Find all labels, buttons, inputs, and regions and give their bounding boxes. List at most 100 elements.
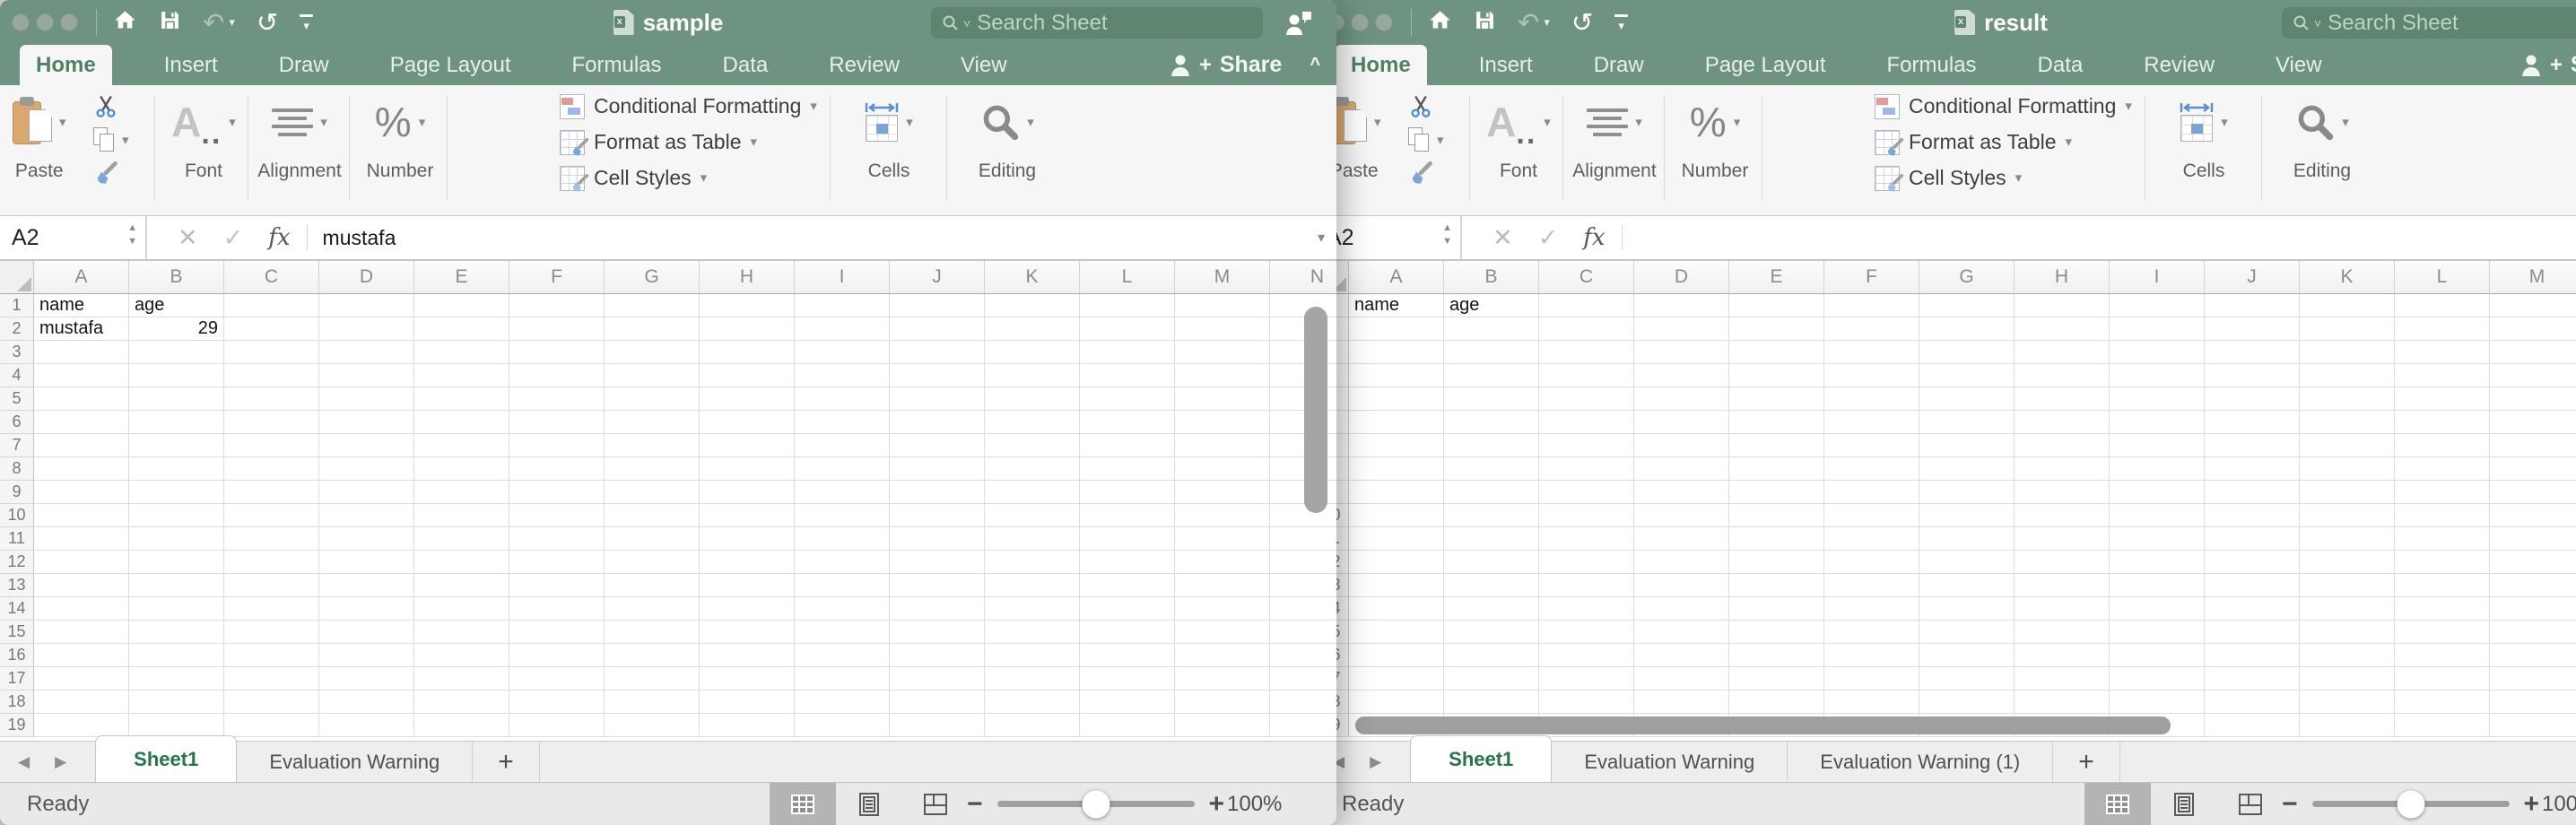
cell-L12[interactable] [1080,551,1175,574]
cell-E1[interactable] [1729,294,1824,317]
tab-review[interactable]: Review [2135,45,2224,85]
copy-dropdown-icon[interactable]: ▾ [122,134,129,147]
cell-B4[interactable] [129,364,224,387]
cell-L5[interactable] [1080,387,1175,411]
cell-M9[interactable] [1175,481,1270,504]
cell-A4[interactable] [1349,364,1444,387]
cell-H5[interactable] [700,387,795,411]
cell-M8[interactable] [1175,457,1270,481]
cell-D6[interactable] [319,411,414,434]
editing-menu-button[interactable]: ▾ Editing [965,92,1049,182]
cell-A14[interactable] [34,597,129,621]
cell-J13[interactable] [2205,574,2300,597]
cell-B14[interactable] [129,597,224,621]
cell-J4[interactable] [890,364,985,387]
cell-F15[interactable] [509,621,605,644]
cell-C18[interactable] [1539,690,1634,714]
cell-I11[interactable] [795,527,890,551]
cell-H14[interactable] [2015,597,2110,621]
cell-G15[interactable] [605,621,700,644]
cell-L5[interactable] [2395,387,2490,411]
cell-H15[interactable] [700,621,795,644]
cell-H12[interactable] [700,551,795,574]
cell-I14[interactable] [795,597,890,621]
cell-styles-button[interactable]: Cell Styles ▾ [1875,163,2132,193]
cell-D10[interactable] [1634,504,1729,527]
cell-J3[interactable] [890,341,985,364]
cell-D10[interactable] [319,504,414,527]
search-input[interactable]: ˅ Search Sheet [931,7,1263,39]
cell-H2[interactable] [700,317,795,341]
cell-K18[interactable] [2300,690,2395,714]
cell-L12[interactable] [2395,551,2490,574]
expand-formula-bar-icon[interactable]: ▾ [1318,229,1325,247]
collaborate-icon[interactable] [1284,10,1313,41]
cell-I6[interactable] [795,411,890,434]
number-menu-button[interactable]: % ▾ Number [359,92,441,182]
column-header-G[interactable]: G [605,261,700,294]
cell-C17[interactable] [1539,667,1634,690]
cell-M6[interactable] [2490,411,2576,434]
copy-dropdown-icon[interactable]: ▾ [1437,134,1444,147]
tab-page-layout[interactable]: Page Layout [381,45,520,85]
cell-M16[interactable] [2490,644,2576,667]
cell-J3[interactable] [2205,341,2300,364]
cell-D1[interactable] [319,294,414,317]
column-header-I[interactable]: I [2110,261,2205,294]
cell-L11[interactable] [1080,527,1175,551]
zoom-out-icon[interactable]: − [967,791,983,818]
format-as-table-dropdown-icon[interactable]: ▾ [2065,135,2072,149]
cell-J18[interactable] [890,690,985,714]
tab-data[interactable]: Data [714,45,778,85]
cell-B16[interactable] [129,644,224,667]
cell-B13[interactable] [1444,574,1539,597]
cell-M15[interactable] [1175,621,1270,644]
cell-F3[interactable] [509,341,605,364]
share-button[interactable]: + Share ^ [1170,45,1320,85]
cell-K19[interactable] [2300,714,2395,737]
cell-I14[interactable] [2110,597,2205,621]
cell-F16[interactable] [509,644,605,667]
cell-A17[interactable] [34,667,129,690]
cell-A18[interactable] [34,690,129,714]
cell-K11[interactable] [985,527,1080,551]
cell-E15[interactable] [414,621,509,644]
normal-view-button[interactable] [2084,783,2151,825]
cell-L7[interactable] [2395,434,2490,457]
cell-E7[interactable] [1729,434,1824,457]
cell-H4[interactable] [700,364,795,387]
cell-N10[interactable] [1270,504,1336,527]
cell-C7[interactable] [224,434,319,457]
cell-E14[interactable] [1729,597,1824,621]
cell-G5[interactable] [1919,387,2015,411]
page-break-view-button[interactable] [902,783,969,825]
cell-G12[interactable] [1919,551,2015,574]
cell-C4[interactable] [224,364,319,387]
cell-F18[interactable] [1824,690,1919,714]
cell-D4[interactable] [1634,364,1729,387]
cell-D5[interactable] [1634,387,1729,411]
cell-I15[interactable] [2110,621,2205,644]
cell-K1[interactable] [985,294,1080,317]
column-header-L[interactable]: L [2395,261,2490,294]
cell-F1[interactable] [509,294,605,317]
cell-M11[interactable] [2490,527,2576,551]
cell-M5[interactable] [1175,387,1270,411]
tab-view[interactable]: View [2267,45,2331,85]
cell-J14[interactable] [890,597,985,621]
cell-H11[interactable] [2015,527,2110,551]
cell-K3[interactable] [985,341,1080,364]
sheet-tab-evaluation-warning-1-[interactable]: Evaluation Warning (1) [1788,742,2053,782]
cell-styles-dropdown-icon[interactable]: ▾ [701,171,708,185]
tab-review[interactable]: Review [820,45,909,85]
cell-J15[interactable] [890,621,985,644]
row-header-15[interactable]: 15 [0,621,34,644]
cell-G13[interactable] [605,574,700,597]
alignment-dropdown-icon[interactable]: ▾ [1635,116,1642,129]
cell-F2[interactable] [509,317,605,341]
font-dropdown-icon[interactable]: ▾ [229,116,236,129]
cell-L16[interactable] [1080,644,1175,667]
cell-K13[interactable] [985,574,1080,597]
tab-view[interactable]: View [952,45,1016,85]
cell-L19[interactable] [2395,714,2490,737]
